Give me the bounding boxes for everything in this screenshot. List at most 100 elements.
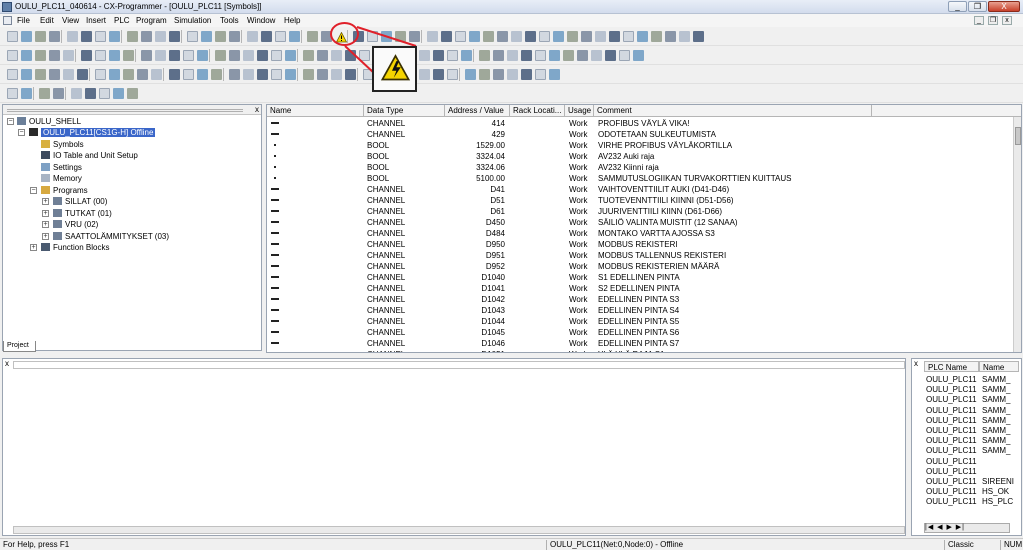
toolbar-button-icon[interactable] (331, 50, 342, 61)
toolbar-button-icon[interactable] (155, 31, 166, 42)
toolbar-button-icon[interactable] (63, 69, 74, 80)
toolbar-button-icon[interactable] (35, 31, 46, 42)
table-row[interactable]: CHANNEL D950 Work MODBUS REKISTERI (267, 239, 1015, 250)
menu-view[interactable]: View (62, 16, 79, 25)
toolbar-button-icon[interactable] (49, 50, 60, 61)
table-row[interactable]: CHANNEL D1042 Work EDELLINEN PINTA S3 (267, 294, 1015, 305)
column-comment[interactable]: Comment (594, 105, 872, 117)
menu-simulation[interactable]: Simulation (174, 16, 211, 25)
toolbar-button-icon[interactable] (409, 31, 420, 42)
tree-program-saattolammitykset[interactable]: SAATTOLÄMMITYKSET (03) (53, 231, 169, 242)
toolbar-button-icon[interactable] (261, 31, 272, 42)
table-row[interactable]: CHANNEL D61 Work JUURIVENTTIILI KIINN (D61-… (267, 206, 1015, 217)
toolbar-button-icon[interactable] (535, 50, 546, 61)
table-row[interactable]: CHANNEL D1046 Work EDELLINEN PINTA S7 (267, 338, 1015, 349)
toolbar-button-icon[interactable] (605, 50, 616, 61)
toolbar-button-icon[interactable] (549, 50, 560, 61)
toolbar-button-icon[interactable] (85, 88, 96, 99)
toolbar-button-icon[interactable] (35, 69, 46, 80)
toolbar-button-icon[interactable] (187, 31, 198, 42)
toolbar-button-icon[interactable] (479, 50, 490, 61)
toolbar-button-icon[interactable] (419, 50, 430, 61)
toolbar-button-icon[interactable] (633, 50, 644, 61)
toolbar-button-icon[interactable] (211, 69, 222, 80)
toolbar-button-icon[interactable] (7, 88, 18, 99)
toolbar-button-icon[interactable] (359, 50, 370, 61)
toolbar-button-icon[interactable] (317, 50, 328, 61)
column-usage[interactable]: Usage (565, 105, 594, 117)
tree-program-vru[interactable]: VRU (02) (53, 219, 98, 230)
collapse-programs-icon[interactable]: − (30, 187, 37, 194)
tree-program-sillat[interactable]: SILLAT (00) (53, 196, 107, 207)
watch-column-name[interactable]: Name (979, 361, 1019, 372)
toolbar-button-icon[interactable] (215, 50, 226, 61)
toolbar-button-icon[interactable] (271, 69, 282, 80)
toolbar-button-icon[interactable] (99, 88, 110, 99)
mdi-close-button[interactable]: x (1002, 16, 1012, 25)
tree-program-tutkat[interactable]: TUTKAT (01) (53, 208, 112, 219)
toolbar-button-icon[interactable] (539, 31, 550, 42)
toolbar-button-icon[interactable] (7, 50, 18, 61)
toolbar-button-icon[interactable] (455, 31, 466, 42)
toolbar-button-icon[interactable] (71, 88, 82, 99)
restore-button[interactable]: ❐ (968, 1, 987, 12)
toolbar-button-icon[interactable] (141, 50, 152, 61)
toolbar-button-icon[interactable] (289, 31, 300, 42)
toolbar-button-icon[interactable] (197, 50, 208, 61)
toolbar-button-icon[interactable] (651, 31, 662, 42)
toolbar-button-icon[interactable] (275, 31, 286, 42)
toolbar-button-icon[interactable] (595, 31, 606, 42)
table-row[interactable]: BOOL 5100.00 Work SAMMUTUSLOGIIKAN TURVAKOR… (267, 173, 1015, 184)
toolbar-button-icon[interactable] (63, 50, 74, 61)
table-row[interactable]: CHANNEL D484 Work MONTAKO VARTTA AJOSSA S3 (267, 228, 1015, 239)
table-row[interactable]: BOOL 3324.04 Work AV232 Auki raja (267, 151, 1015, 162)
expand-program-icon[interactable]: + (42, 221, 49, 228)
toolbar-button-icon[interactable] (21, 31, 32, 42)
toolbar-button-icon[interactable] (447, 50, 458, 61)
table-row[interactable]: CHANNEL 414 Work PROFIBUS VÄYLÄ VIKA! (267, 118, 1015, 129)
tab-project[interactable]: Project (3, 341, 36, 352)
mdi-restore-button[interactable]: ❐ (988, 16, 998, 25)
column-data-type[interactable]: Data Type (364, 105, 445, 117)
column-name[interactable]: Name (267, 105, 364, 117)
table-row[interactable]: CHANNEL D1044 Work EDELLINEN PINTA S5 (267, 316, 1015, 327)
table-row[interactable]: CHANNEL D1040 Work S1 EDELLINEN PINTA (267, 272, 1015, 283)
toolbar-button-icon[interactable] (433, 50, 444, 61)
toolbar-button-icon[interactable] (549, 69, 560, 80)
toolbar-button-icon[interactable] (493, 69, 504, 80)
toolbar-button-icon[interactable] (521, 69, 532, 80)
toolbar-button-icon[interactable] (577, 50, 588, 61)
menu-edit[interactable]: Edit (40, 16, 54, 25)
table-row[interactable]: CHANNEL D951 Work MODBUS TALLENNUS REKISTER… (267, 250, 1015, 261)
toolbar-button-icon[interactable] (693, 31, 704, 42)
toolbar-button-icon[interactable] (303, 69, 314, 80)
toolbar-button-icon[interactable] (141, 31, 152, 42)
toolbar-button-icon[interactable] (7, 69, 18, 80)
toolbar-button-icon[interactable] (229, 31, 240, 42)
toolbar-button-icon[interactable] (367, 31, 378, 42)
minimize-button[interactable]: _ (948, 1, 967, 12)
toolbar-button-icon[interactable] (511, 31, 522, 42)
toolbar-button-icon[interactable] (479, 69, 490, 80)
tree-settings[interactable]: Settings (41, 162, 82, 173)
toolbar-button-icon[interactable] (49, 31, 60, 42)
toolbar-button-icon[interactable] (433, 69, 444, 80)
toolbar-button-icon[interactable] (201, 31, 212, 42)
tree-plc[interactable]: OULU_PLC11[CS1G-H] Offline (29, 127, 156, 138)
toolbar-button-icon[interactable] (563, 50, 574, 61)
toolbar-button-icon[interactable] (637, 31, 648, 42)
toolbar-button-icon[interactable] (123, 50, 134, 61)
tree-root[interactable]: OULU_SHELL (17, 116, 81, 127)
menu-window[interactable]: Window (247, 16, 275, 25)
tree-memory[interactable]: Memory (41, 173, 82, 184)
toolbar-button-icon[interactable] (591, 50, 602, 61)
expand-program-icon[interactable]: + (42, 198, 49, 205)
toolbar-button-icon[interactable] (49, 69, 60, 80)
watch-close-icon[interactable]: x (914, 359, 918, 368)
toolbar-button-icon[interactable] (127, 31, 138, 42)
watch-nav-buttons[interactable]: |◀ ◀ ▶ ▶| (924, 523, 1010, 533)
menu-plc[interactable]: PLC (114, 16, 130, 25)
toolbar-button-icon[interactable] (21, 69, 32, 80)
menu-program[interactable]: Program (136, 16, 167, 25)
toolbar-button-icon[interactable] (381, 31, 392, 42)
